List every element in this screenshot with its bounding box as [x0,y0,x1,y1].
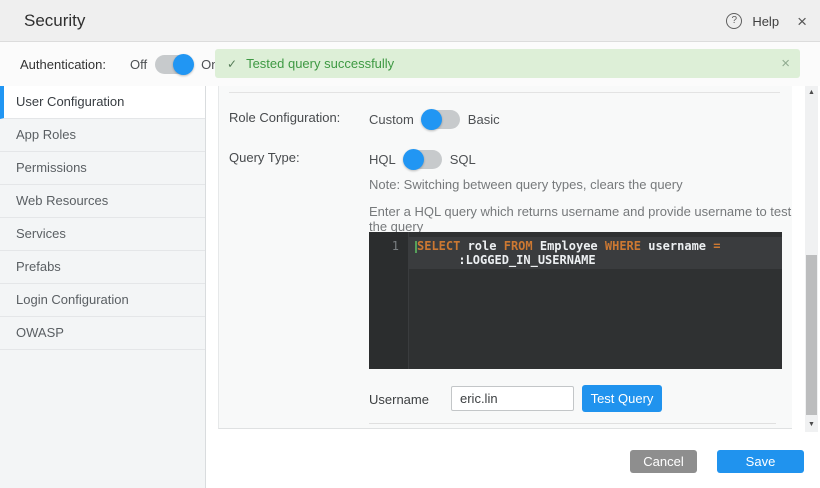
query-type-toggle[interactable] [404,150,442,169]
scroll-up-icon[interactable]: ▲ [805,87,818,99]
success-banner: ✓ Tested query successfully × [215,49,800,78]
check-icon: ✓ [227,57,237,71]
sidebar-item-web-resources[interactable]: Web Resources [0,185,205,218]
authentication-off-label: Off [130,57,147,72]
toggle-knob [403,149,424,170]
sidebar-item-owasp[interactable]: OWASP [0,317,205,350]
sql-label: SQL [450,152,476,167]
cancel-button[interactable]: Cancel [630,450,697,473]
sidebar: User ConfigurationApp RolesPermissionsWe… [0,86,206,488]
hql-label: HQL [369,152,396,167]
role-configuration-label: Role Configuration: [229,110,340,125]
query-type-control: HQL SQL [369,148,476,170]
query-hint: Enter a HQL query which returns username… [369,204,792,234]
header-bar: Security ? Help × [0,0,820,42]
query-type-note: Note: Switching between query types, cle… [369,177,683,192]
help-icon[interactable]: ? [726,13,742,29]
close-icon[interactable]: × [797,13,807,30]
sidebar-item-user-configuration[interactable]: User Configuration [0,86,205,119]
content-panel: Role Configuration: Custom Basic Query T… [218,86,792,429]
test-query-button[interactable]: Test Query [582,385,662,412]
role-configuration-toggle[interactable] [422,110,460,129]
vertical-scrollbar[interactable]: ▲ ▼ [805,86,818,432]
custom-label: Custom [369,112,414,127]
basic-label: Basic [468,112,500,127]
username-label: Username [369,392,429,407]
authentication-bar: Authentication: Off On ✓ Tested query su… [0,42,820,86]
section-divider [369,423,776,424]
help-link[interactable]: Help [752,14,779,29]
banner-close-icon[interactable]: × [781,56,790,71]
header-actions: ? Help × [726,0,807,42]
code-line: :LOGGED_IN_USERNAME [415,253,782,267]
sidebar-item-login-configuration[interactable]: Login Configuration [0,284,205,317]
query-type-label: Query Type: [229,150,300,165]
role-configuration-control: Custom Basic [369,108,500,130]
code-area[interactable]: SELECT role FROM Employee WHERE username… [409,232,782,369]
username-input[interactable] [451,386,574,411]
sidebar-item-prefabs[interactable]: Prefabs [0,251,205,284]
sidebar-item-app-roles[interactable]: App Roles [0,119,205,152]
save-button[interactable]: Save [717,450,804,473]
line-number: 1 [369,239,399,253]
toggle-knob [173,54,194,75]
query-code-editor[interactable]: 1 SELECT role FROM Employee WHERE userna… [369,232,782,369]
authentication-toggle-group: Authentication: Off On [20,42,218,86]
code-line: SELECT role FROM Employee WHERE username… [415,239,782,253]
sidebar-item-permissions[interactable]: Permissions [0,152,205,185]
toggle-knob [421,109,442,130]
section-divider [229,92,780,93]
banner-message: Tested query successfully [246,56,394,71]
code-content: SELECT role FROM Employee WHERE username… [409,237,782,269]
scrollbar-thumb[interactable] [806,255,817,415]
sidebar-item-services[interactable]: Services [0,218,205,251]
page-title: Security [24,11,85,31]
security-dialog: Security ? Help × Authentication: Off On… [0,0,820,488]
editor-gutter: 1 [369,232,409,369]
scroll-down-icon[interactable]: ▼ [805,419,818,431]
authentication-toggle[interactable] [155,55,193,74]
authentication-label: Authentication: [20,57,106,72]
